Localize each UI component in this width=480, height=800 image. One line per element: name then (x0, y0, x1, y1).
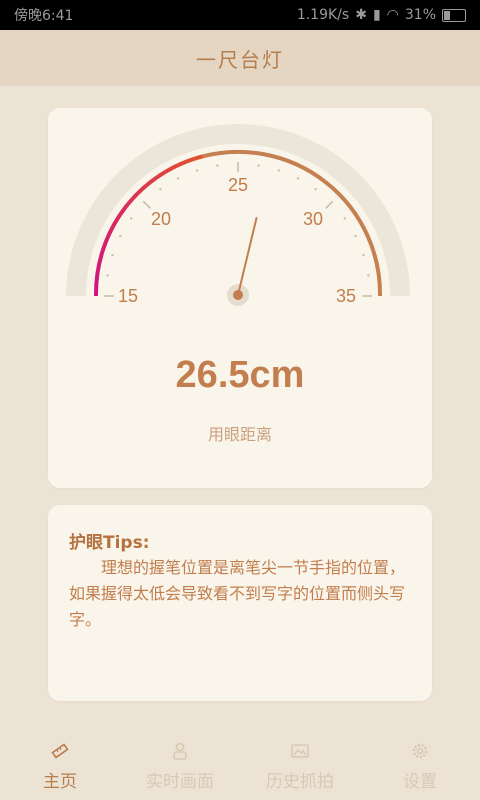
status-time: 傍晚6:41 (14, 8, 74, 24)
gauge-card: 15 20 25 30 35 26.5cm 用眼距离 (48, 108, 432, 488)
gauge-tick-minor (257, 164, 260, 167)
bottom-nav: 主页 实时画面 历史抓拍 设置 (0, 735, 480, 800)
nav-live-view-label: 实时画面 (146, 772, 214, 792)
tick-label-15: 15 (118, 286, 138, 306)
tick-label-25: 25 (228, 175, 248, 195)
tips-body: 理想的握笔位置是离笔尖一节手指的位置，如果握得太低会导致看不到写字的位置而侧头写… (69, 558, 406, 629)
status-bar: 傍晚6:41 1.19K/s ✱ ▮ ◠ 31% (0, 0, 480, 30)
gauge-tick-minor (196, 169, 199, 172)
gauge-tick-minor (277, 169, 280, 172)
tick-label-30: 30 (303, 209, 323, 229)
gauge-tick-minor (159, 188, 162, 191)
bluetooth-icon: ✱ (355, 7, 367, 23)
gauge-tick-minor (296, 177, 300, 180)
gauge-tick-minor (362, 254, 365, 257)
tick-label-20: 20 (151, 209, 171, 229)
nav-home-label: 主页 (43, 772, 77, 792)
person-icon (173, 742, 187, 760)
gauge-track (66, 124, 410, 297)
gear-icon (412, 743, 428, 759)
gauge-tick-minor (216, 164, 219, 167)
gauge-tick-minor (314, 188, 317, 191)
gauge-tick-minor (367, 274, 370, 277)
distance-label: 用眼距离 (207, 425, 272, 444)
app-title: 一尺台灯 (0, 30, 480, 86)
nav-live-view[interactable]: 实时画面 (120, 735, 240, 800)
gauge-tick-minor (130, 217, 133, 220)
gauge-tick-minor (106, 274, 109, 277)
gauge-tick-minor (343, 217, 346, 220)
nav-home[interactable]: 主页 (0, 735, 120, 800)
gauge-tick-major (142, 200, 151, 209)
tick-label-35: 35 (336, 286, 356, 306)
wifi-icon: ◠ (386, 7, 399, 23)
nav-settings[interactable]: 设置 (360, 735, 480, 800)
distance-reading: 26.5cm (175, 354, 305, 396)
battery-percent: 31% (404, 7, 436, 23)
battery-icon (442, 8, 466, 22)
tips-title: 护眼Tips: (69, 533, 150, 553)
gauge-arc-pink (93, 154, 204, 297)
image-icon (291, 744, 309, 758)
gauge-tick-minor (176, 177, 180, 180)
nav-history-label: 历史抓拍 (266, 772, 334, 792)
ruler-icon (51, 743, 69, 759)
tips-card: 护眼Tips: 理想的握笔位置是离笔尖一节手指的位置，如果握得太低会导致看不到写… (48, 505, 432, 701)
gauge-tick-minor (111, 254, 114, 257)
nav-settings-label: 设置 (403, 772, 437, 792)
gauge-needle (237, 216, 258, 296)
gauge-tick-minor (354, 234, 357, 238)
signal-icon: ▮ (372, 7, 381, 23)
gauge-tick-major (325, 200, 334, 209)
status-right: 1.19K/s ✱ ▮ ◠ 31% (297, 7, 466, 23)
gauge-tick-minor (119, 234, 122, 238)
needle-hub (233, 290, 243, 300)
nav-history[interactable]: 历史抓拍 (240, 735, 360, 800)
network-speed: 1.19K/s (296, 7, 350, 23)
